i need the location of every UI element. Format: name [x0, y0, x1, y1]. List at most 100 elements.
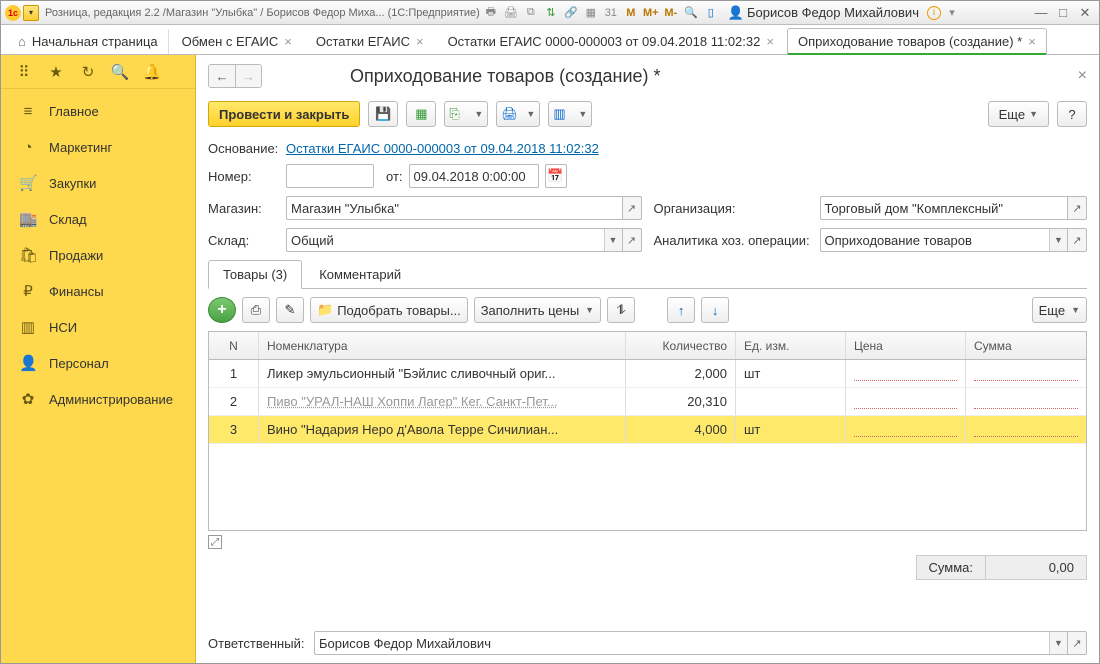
org-label: Организация: — [654, 201, 814, 216]
window-titlebar: 1c ▾ Розница, редакция 2.2 /Магазин "Улы… — [1, 1, 1099, 25]
grid-more-button[interactable]: Еще▼ — [1032, 297, 1087, 323]
m-icon[interactable]: M — [622, 4, 640, 22]
col-unit[interactable]: Ед. изм. — [736, 332, 846, 359]
store-input[interactable]: Магазин "Улыбка" — [286, 196, 622, 220]
close-icon[interactable]: × — [416, 34, 424, 49]
org-input[interactable]: Торговый дом "Комплексный" — [820, 196, 1068, 220]
analytics-input[interactable]: Оприходование товаров▼ — [820, 228, 1068, 252]
date-picker-button[interactable]: 📅 — [545, 164, 567, 188]
chevron-down-icon[interactable]: ▼ — [604, 229, 622, 251]
expand-grid-button[interactable]: ⤢ — [208, 535, 222, 549]
favorite-icon[interactable]: ★ — [47, 63, 65, 81]
current-user[interactable]: 👤Борисов Федор Михайлович — [728, 5, 919, 21]
col-n[interactable]: N — [209, 332, 259, 359]
col-nomenclature[interactable]: Номенклатура — [259, 332, 626, 359]
barcode-button[interactable]: ⎙ — [242, 297, 270, 323]
close-icon[interactable]: × — [1028, 34, 1036, 49]
move-down-button[interactable]: ↓ — [701, 297, 729, 323]
more-button[interactable]: Еще▼ — [988, 101, 1049, 127]
bell-icon[interactable]: 🔔 — [143, 63, 161, 81]
add-row-button[interactable]: + — [208, 297, 236, 323]
tab-home[interactable]: ⌂Начальная страница — [7, 28, 169, 54]
nav-warehouse[interactable]: 🏬Склад — [1, 201, 195, 237]
copy-icon[interactable]: ⧉ — [522, 4, 540, 22]
dropdown-icon[interactable]: ▾ — [943, 4, 961, 22]
window-title: Розница, редакция 2.2 /Магазин "Улыбка" … — [45, 7, 480, 19]
close-icon[interactable]: × — [284, 34, 292, 49]
edit-button[interactable]: ✎ — [276, 297, 304, 323]
m-plus-icon[interactable]: M+ — [642, 4, 660, 22]
tab-egais-stock-doc[interactable]: Остатки ЕГАИС 0000-000003 от 09.04.2018 … — [437, 28, 785, 54]
print-button[interactable]: 🖨▼ — [496, 101, 540, 127]
search-icon[interactable]: 🔍 — [111, 63, 129, 81]
form-close-button[interactable]: × — [1078, 67, 1087, 85]
zoom-icon[interactable]: 🔍 — [682, 4, 700, 22]
link-icon[interactable]: 🔗 — [562, 4, 580, 22]
fill-prices-button[interactable]: Заполнить цены▼ — [474, 297, 601, 323]
nav-sales[interactable]: 🛍Продажи — [1, 237, 195, 273]
warehouse-label: Склад: — [208, 233, 280, 248]
col-sum[interactable]: Сумма — [966, 332, 1086, 359]
nav-main[interactable]: ≡Главное — [1, 93, 195, 129]
refresh-icon[interactable]: ⇅ — [542, 4, 560, 22]
basis-label: Основание: — [208, 141, 280, 156]
m-minus-icon[interactable]: M- — [662, 4, 680, 22]
store-label: Магазин: — [208, 201, 280, 216]
chevron-down-icon[interactable]: ▼ — [1049, 229, 1067, 251]
chevron-down-icon: ▼ — [1029, 109, 1038, 119]
store-open-button[interactable]: ↗ — [622, 196, 642, 220]
nav-purchases[interactable]: 🛒Закупки — [1, 165, 195, 201]
tab-goods-receipt[interactable]: Оприходование товаров (создание) *× — [787, 28, 1047, 54]
chevron-down-icon[interactable]: ▼ — [1049, 632, 1067, 654]
tab-egais-exchange[interactable]: Обмен с ЕГАИС× — [171, 28, 303, 54]
nav-finance[interactable]: ₽Финансы — [1, 273, 195, 309]
number-input[interactable] — [286, 164, 374, 188]
window-icon[interactable]: ▯ — [702, 4, 720, 22]
close-button[interactable]: ✕ — [1075, 5, 1095, 21]
minimize-button[interactable]: — — [1031, 5, 1051, 21]
maximize-button[interactable]: □ — [1053, 5, 1073, 21]
grid-row-selected[interactable]: 3 Вино "Надария Неро д'Авола Терре Сичил… — [209, 416, 1086, 444]
tab-goods[interactable]: Товары (3) — [208, 260, 302, 289]
save-icon[interactable]: 🖶 — [482, 4, 500, 22]
history-icon[interactable]: ↻ — [79, 63, 97, 81]
post-and-close-button[interactable]: Провести и закрыть — [208, 101, 360, 127]
close-icon[interactable]: × — [766, 34, 774, 49]
tab-egais-stock[interactable]: Остатки ЕГАИС× — [305, 28, 435, 54]
grid-row[interactable]: 2 Пиво "УРАЛ-НАШ Хоппи Лагер" Кег. Санкт… — [209, 388, 1086, 416]
warehouse-input[interactable]: Общий▼ — [286, 228, 622, 252]
nav-personnel[interactable]: 👤Персонал — [1, 345, 195, 381]
create-based-button[interactable]: ⎘▼ — [444, 101, 488, 127]
responsible-open-button[interactable]: ↗ — [1067, 631, 1087, 655]
warehouse-open-button[interactable]: ↗ — [622, 228, 642, 252]
logo-1c-icon: 1c — [5, 5, 21, 21]
forward-button[interactable]: → — [235, 65, 261, 87]
post-button[interactable]: ▦ — [406, 101, 436, 127]
responsible-input[interactable]: Борисов Федор Михайлович▼ — [314, 631, 1067, 655]
pick-goods-button[interactable]: 📁Подобрать товары... — [310, 297, 468, 323]
help-button[interactable]: ? — [1057, 101, 1087, 127]
info-icon[interactable]: i — [927, 6, 941, 20]
grid-row[interactable]: 1 Ликер эмульсионный "Бэйлис сливочный о… — [209, 360, 1086, 388]
analytics-open-button[interactable]: ↗ — [1067, 228, 1087, 252]
org-open-button[interactable]: ↗ — [1067, 196, 1087, 220]
basis-link[interactable]: Остатки ЕГАИС 0000-000003 от 09.04.2018 … — [286, 141, 599, 156]
app-menu-dropdown[interactable]: ▾ — [23, 5, 39, 21]
move-rows-button[interactable]: ⥮ — [607, 297, 635, 323]
save-button[interactable]: 💾 — [368, 101, 398, 127]
report-button[interactable]: ▥▼ — [548, 101, 592, 127]
apps-icon[interactable]: ⠿ — [15, 63, 33, 81]
date-input[interactable]: 09.04.2018 0:00:00 — [409, 164, 539, 188]
nav-admin[interactable]: ✿Администрирование — [1, 381, 195, 417]
form-area: ← → Оприходование товаров (создание) * ×… — [196, 55, 1099, 663]
move-up-button[interactable]: ↑ — [667, 297, 695, 323]
col-quantity[interactable]: Количество — [626, 332, 736, 359]
col-price[interactable]: Цена — [846, 332, 966, 359]
tab-comment[interactable]: Комментарий — [304, 260, 416, 289]
nav-marketing[interactable]: ◔Маркетинг — [1, 129, 195, 165]
calc-icon[interactable]: ▦ — [582, 4, 600, 22]
calendar-icon[interactable]: 31 — [602, 4, 620, 22]
back-button[interactable]: ← — [209, 65, 235, 87]
print-icon[interactable]: 🖨 — [502, 4, 520, 22]
nav-nsi[interactable]: ▥НСИ — [1, 309, 195, 345]
